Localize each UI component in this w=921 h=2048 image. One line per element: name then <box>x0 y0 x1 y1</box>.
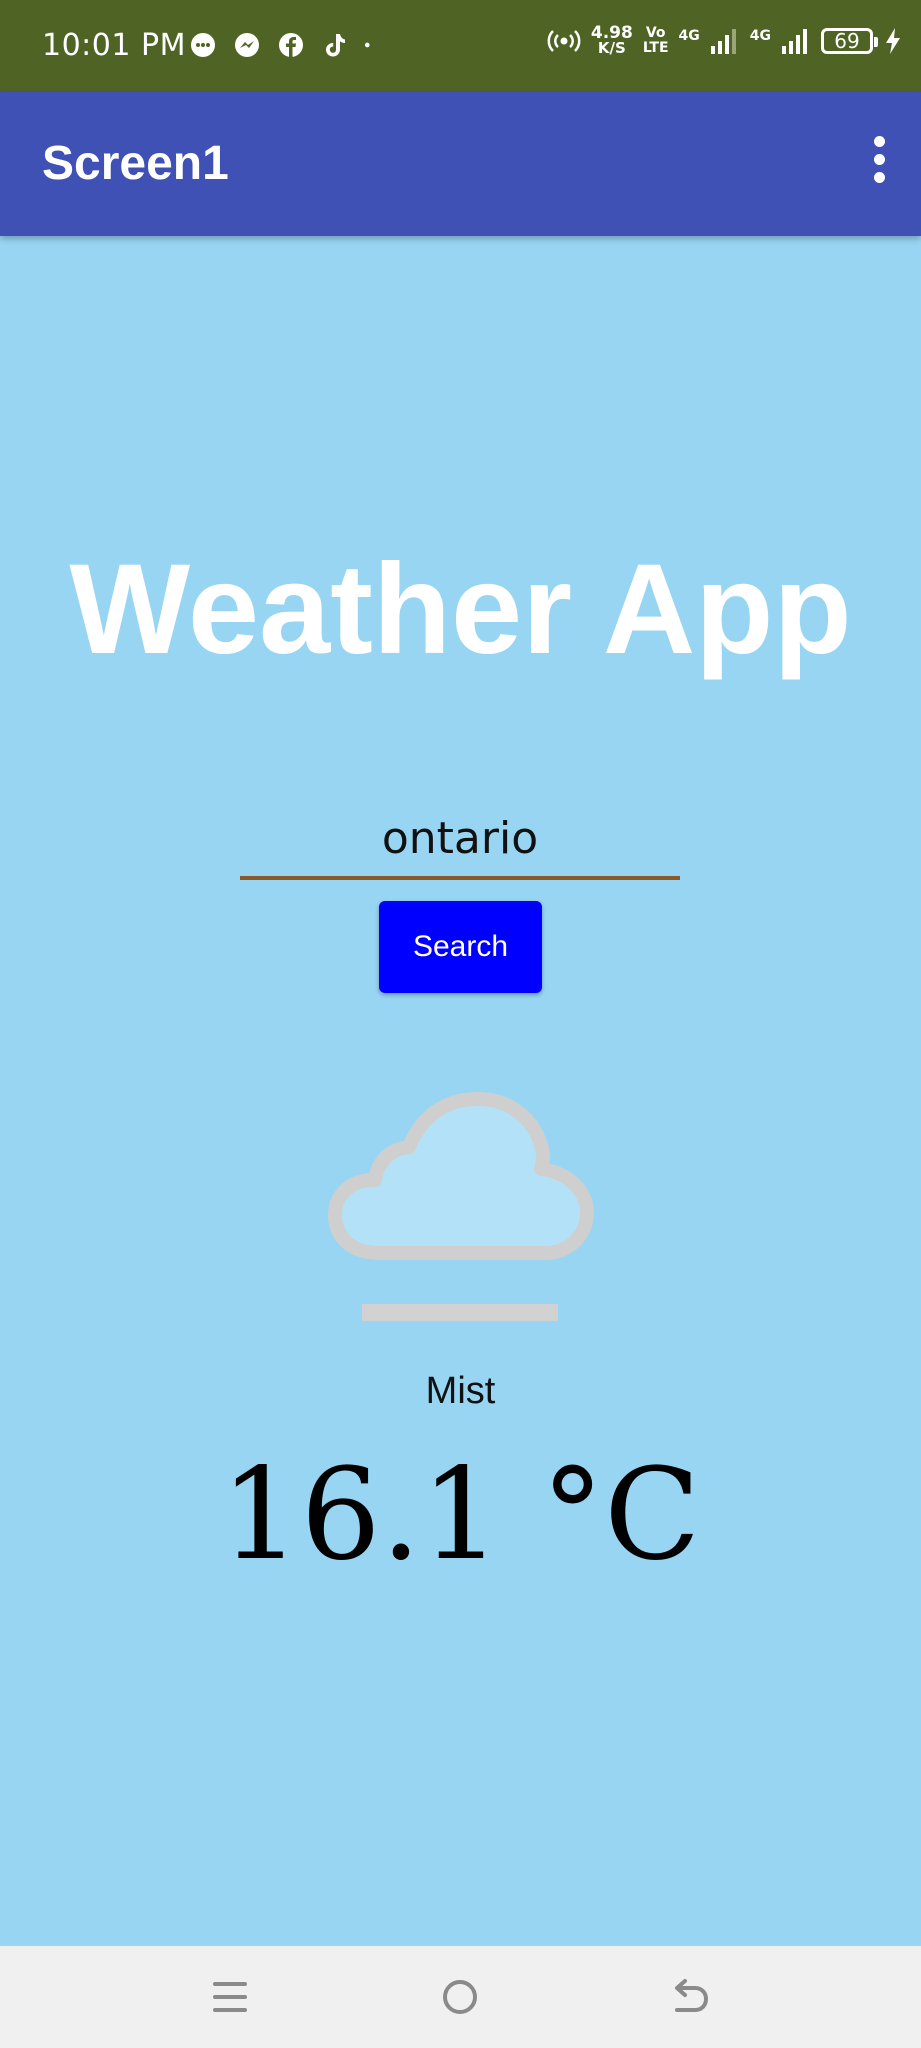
notification-icons <box>188 30 378 60</box>
facebook-icon <box>279 33 303 57</box>
tiktok-icon <box>326 34 345 57</box>
city-input[interactable] <box>240 800 680 880</box>
signal-strength-icon <box>710 29 736 54</box>
status-time: 10:01 PM <box>42 28 186 63</box>
hotspot-icon <box>547 30 581 52</box>
status-bar: 10:01 PM 4.98 K/S Vo LTE 4G 4G 69 <box>0 0 921 92</box>
search-button[interactable]: Search <box>379 901 542 993</box>
weather-condition: Mist <box>425 1370 496 1412</box>
battery-level: 69 <box>834 29 860 53</box>
back-icon[interactable] <box>665 1974 715 2020</box>
messenger-icon <box>235 33 259 57</box>
recent-apps-icon[interactable] <box>205 1974 255 2020</box>
chat-bubble-icon <box>191 33 215 57</box>
system-nav-bar <box>0 1946 921 2048</box>
dot-icon <box>364 42 370 48</box>
volte-bottom: LTE <box>642 40 669 56</box>
app-bar: Screen1 <box>0 92 921 236</box>
network-speed: 4.98 K/S <box>591 25 633 57</box>
page-title: Weather App <box>69 538 852 681</box>
status-right: 4.98 K/S Vo LTE 4G 4G 69 <box>547 25 903 57</box>
app-title: Screen1 <box>42 137 229 190</box>
overflow-menu-icon[interactable] <box>867 136 891 188</box>
temperature-reading: 16.1 °C <box>220 1441 701 1588</box>
sim2-network-label: 4G <box>749 28 771 44</box>
sim1-network-label: 4G <box>678 28 700 44</box>
battery-icon: 69 <box>821 28 878 54</box>
volte-top: Vo <box>645 25 666 41</box>
home-icon[interactable] <box>435 1974 485 2020</box>
mist-cloud-icon <box>328 1092 594 1321</box>
volte-indicator: Vo LTE <box>643 26 669 56</box>
charging-icon <box>886 28 900 54</box>
signal-strength-icon <box>782 29 807 54</box>
network-speed-unit: K/S <box>597 39 626 57</box>
